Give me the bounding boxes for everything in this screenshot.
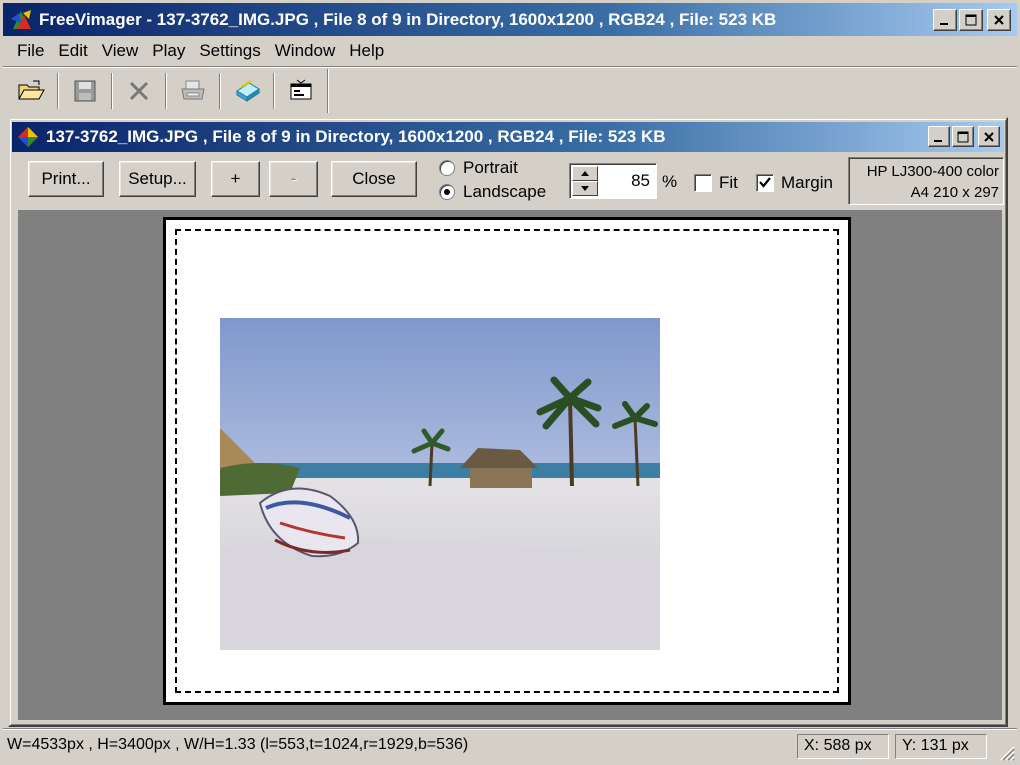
menu-bar: File Edit View Play Settings Window Help bbox=[3, 37, 1017, 65]
delete-icon bbox=[129, 81, 149, 101]
menu-help[interactable]: Help bbox=[343, 41, 392, 61]
radio-button[interactable] bbox=[439, 160, 455, 176]
close-icon bbox=[984, 131, 994, 142]
menu-file[interactable]: File bbox=[11, 41, 52, 61]
menu-window[interactable]: Window bbox=[269, 41, 343, 61]
print-setup-button[interactable]: Setup... bbox=[119, 161, 196, 197]
delete-button[interactable] bbox=[117, 72, 161, 110]
save-icon bbox=[74, 80, 96, 102]
toolbar-separator bbox=[111, 73, 113, 109]
photo-preview[interactable] bbox=[220, 318, 660, 650]
fit-checkbox[interactable]: Fit bbox=[694, 173, 738, 193]
toolbar-separator bbox=[219, 73, 221, 109]
spin-up-button[interactable] bbox=[572, 166, 598, 181]
arrow-up-icon bbox=[581, 171, 589, 176]
fit-label: Fit bbox=[719, 173, 738, 192]
close-icon bbox=[994, 15, 1004, 25]
menu-view[interactable]: View bbox=[96, 41, 147, 61]
app-titlebar[interactable]: FreeVimager - 137-3762_IMG.JPG , File 8 … bbox=[3, 3, 1017, 36]
checkmark-icon bbox=[759, 177, 771, 188]
toolbar-separator bbox=[273, 73, 275, 109]
scan-button[interactable] bbox=[225, 72, 269, 110]
maximize-button[interactable] bbox=[959, 9, 983, 31]
status-x-coordinate: X: 588 px bbox=[797, 734, 889, 759]
zoom-out-button[interactable]: - bbox=[269, 161, 318, 197]
minimize-button[interactable] bbox=[933, 9, 957, 31]
print-icon bbox=[181, 80, 205, 100]
properties-button[interactable] bbox=[279, 72, 323, 110]
app-icon[interactable] bbox=[9, 7, 35, 33]
portrait-radio[interactable]: Portrait bbox=[439, 158, 518, 178]
app-title: FreeVimager - 137-3762_IMG.JPG , File 8 … bbox=[39, 9, 777, 29]
arrow-down-icon bbox=[581, 186, 589, 191]
print-button[interactable] bbox=[171, 72, 215, 110]
child-title: 137-3762_IMG.JPG , File 8 of 9 in Direct… bbox=[46, 127, 666, 146]
spinner-buttons bbox=[572, 166, 598, 197]
child-titlebar[interactable]: 137-3762_IMG.JPG , File 8 of 9 in Direct… bbox=[12, 122, 1004, 152]
printer-name: HP LJ300-400 color bbox=[866, 163, 999, 180]
open-folder-icon bbox=[18, 80, 45, 100]
save-button[interactable] bbox=[63, 72, 107, 110]
toolbar-separator bbox=[57, 73, 59, 109]
toolbar bbox=[3, 69, 1017, 113]
close-window-button[interactable] bbox=[987, 9, 1011, 31]
radio-button-selected[interactable] bbox=[439, 184, 455, 200]
checkbox[interactable] bbox=[694, 174, 712, 192]
minimize-icon bbox=[934, 139, 942, 142]
print-preview-print-button[interactable]: Print... bbox=[28, 161, 104, 197]
percent-label: % bbox=[662, 172, 678, 191]
status-bar: W=4533px , H=3400px , W/H=1.33 (l=553,t=… bbox=[3, 731, 1017, 763]
properties-icon bbox=[290, 79, 312, 100]
child-minimize-button[interactable] bbox=[928, 126, 950, 147]
child-app-icon[interactable] bbox=[16, 125, 40, 149]
close-preview-button[interactable]: Close bbox=[331, 161, 417, 197]
portrait-label: Portrait bbox=[463, 158, 518, 177]
landscape-radio[interactable]: Landscape bbox=[439, 182, 546, 202]
maximize-icon bbox=[965, 14, 977, 26]
checkbox-checked[interactable] bbox=[756, 174, 774, 192]
landscape-label: Landscape bbox=[463, 182, 547, 201]
child-maximize-button[interactable] bbox=[952, 126, 974, 147]
spin-down-button[interactable] bbox=[572, 181, 598, 196]
status-dimensions: W=4533px , H=3400px , W/H=1.33 (l=553,t=… bbox=[7, 736, 469, 753]
paper-size: A4 210 x 297 bbox=[910, 184, 999, 201]
resize-grip-icon[interactable] bbox=[997, 743, 1015, 761]
margin-label: Margin bbox=[781, 173, 833, 192]
margin-checkbox[interactable]: Margin bbox=[756, 173, 833, 193]
zoom-in-button[interactable]: + bbox=[211, 161, 260, 197]
child-close-button[interactable] bbox=[978, 126, 1000, 147]
toolbar-end-separator bbox=[327, 69, 329, 113]
maximize-icon bbox=[957, 131, 969, 142]
menu-separator bbox=[3, 66, 1017, 68]
printer-info: HP LJ300-400 color A4 210 x 297 bbox=[848, 157, 1004, 205]
open-button[interactable] bbox=[9, 72, 53, 110]
minimize-icon bbox=[940, 23, 948, 25]
menu-play[interactable]: Play bbox=[146, 41, 193, 61]
status-y-coordinate: Y: 131 px bbox=[895, 734, 987, 759]
scale-value[interactable]: 85 bbox=[631, 171, 650, 191]
scale-spinner[interactable]: 85 bbox=[569, 163, 657, 199]
menu-settings[interactable]: Settings bbox=[193, 41, 268, 61]
scan-icon bbox=[236, 80, 260, 102]
status-separator bbox=[3, 728, 1017, 730]
menu-edit[interactable]: Edit bbox=[52, 41, 95, 61]
toolbar-separator bbox=[165, 73, 167, 109]
